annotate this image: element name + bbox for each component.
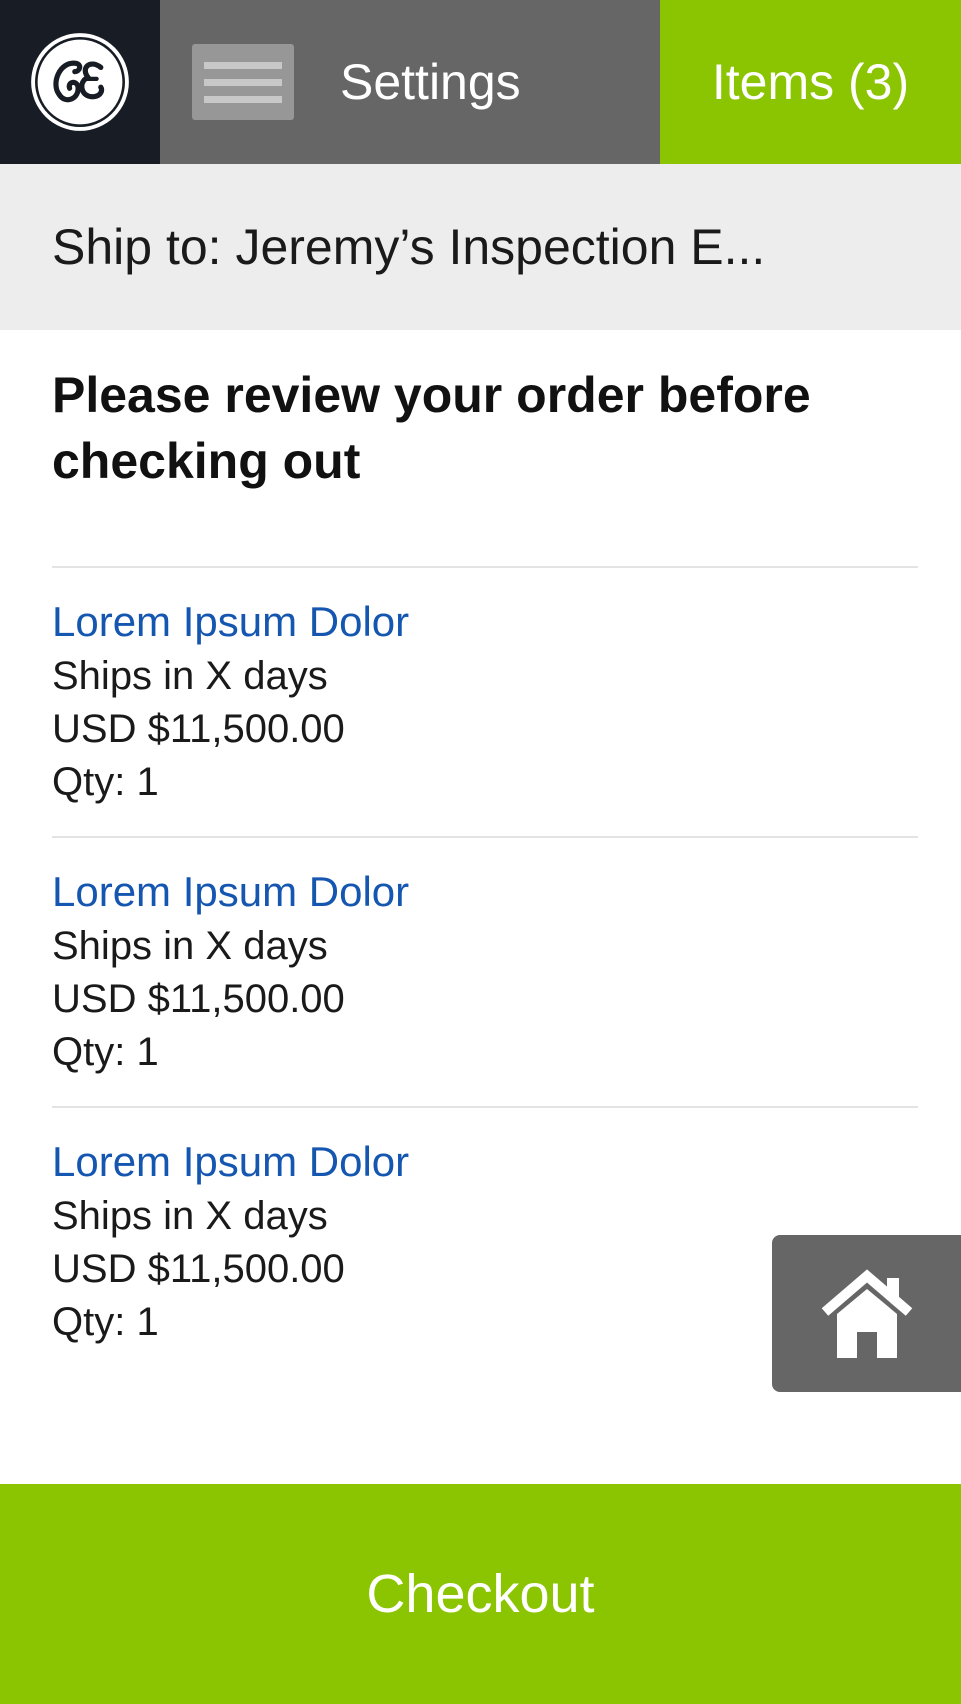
item-name-link[interactable]: Lorem Ipsum Dolor	[52, 864, 918, 920]
checkout-button[interactable]: Checkout	[0, 1484, 961, 1704]
item-ship-time: Ships in X days	[52, 924, 328, 968]
list-item: Lorem Ipsum Dolor Ships in X days USD $1…	[52, 566, 918, 836]
top-navigation-bar: Settings Items (3)	[0, 0, 961, 164]
list-item: Lorem Ipsum Dolor Ships in X days USD $1…	[52, 836, 918, 1106]
item-quantity: Qty: 1	[52, 1030, 159, 1074]
logo-container	[0, 0, 160, 164]
item-name-link[interactable]: Lorem Ipsum Dolor	[52, 1134, 918, 1190]
item-price: USD $11,500.00	[52, 707, 345, 751]
home-icon	[821, 1268, 912, 1358]
ge-logo-icon	[31, 33, 129, 131]
settings-menu-button[interactable]: Settings	[160, 0, 660, 164]
hamburger-menu-icon[interactable]	[192, 44, 294, 120]
cart-items-button[interactable]: Items (3)	[660, 0, 961, 164]
ship-to-label: Ship to: Jeremy’s Inspection E...	[52, 219, 766, 275]
settings-label: Settings	[340, 54, 521, 110]
item-price: USD $11,500.00	[52, 977, 345, 1021]
item-quantity: Qty: 1	[52, 760, 159, 804]
ship-to-bar[interactable]: Ship to: Jeremy’s Inspection E...	[0, 164, 961, 330]
home-button[interactable]	[772, 1235, 961, 1392]
item-ship-time: Ships in X days	[52, 654, 328, 698]
item-name-link[interactable]: Lorem Ipsum Dolor	[52, 594, 918, 650]
page-title: Please review your order before checking…	[52, 367, 811, 489]
